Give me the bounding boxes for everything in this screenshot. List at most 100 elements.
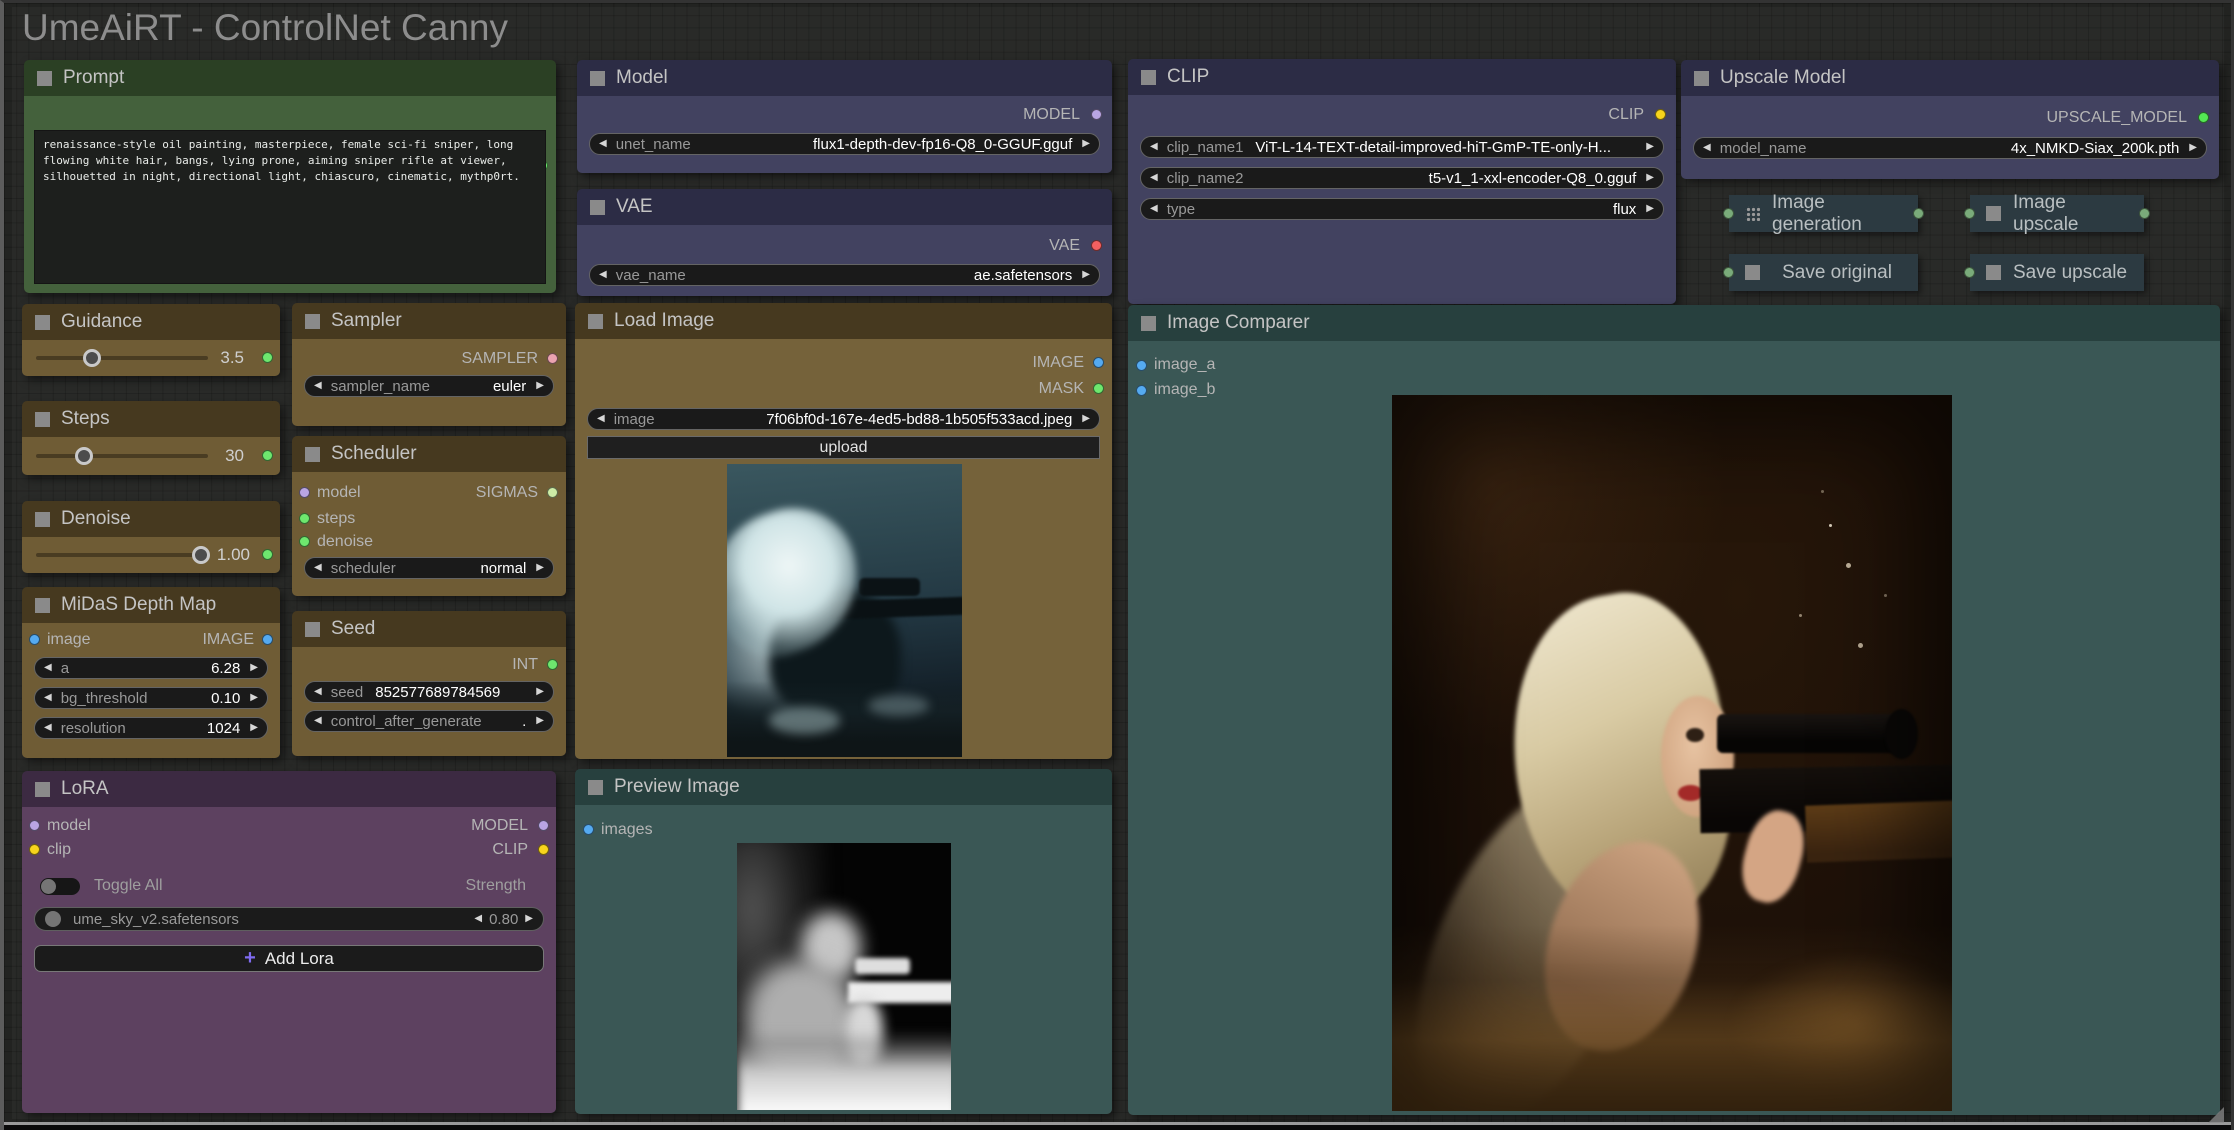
node-model[interactable]: Model MODEL ◀ unet_name flux1-depth-dev-… (577, 60, 1112, 173)
decrement-arrow-icon[interactable]: ◀ (1150, 204, 1158, 214)
increment-arrow-icon[interactable]: ▶ (2189, 143, 2197, 153)
node-lora[interactable]: LoRA model MODEL clip CLIP Toggle All St… (22, 771, 556, 1113)
decrement-arrow-icon[interactable]: ◀ (599, 270, 607, 280)
node-prompt[interactable]: Prompt STRING renaissance-style oil pain… (24, 60, 556, 293)
node-header[interactable]: Seed (292, 611, 566, 647)
node-header[interactable]: Prompt (24, 60, 556, 96)
increment-arrow-icon[interactable]: ▶ (536, 563, 544, 573)
output-port-clip[interactable] (538, 844, 549, 855)
output-port-model[interactable] (1091, 109, 1102, 120)
node-header[interactable]: Preview Image (575, 769, 1112, 805)
collapse-toggle-icon[interactable] (35, 412, 50, 427)
node-vae[interactable]: VAE VAE ◀ vae_name ae.safetensors ▶ (577, 189, 1112, 296)
output-port-upscale-model[interactable] (2198, 112, 2209, 123)
collapse-toggle-icon[interactable] (35, 315, 50, 330)
node-header[interactable]: Guidance (22, 304, 280, 340)
collapsed-node-image-generation[interactable]: Image generation (1729, 195, 1918, 232)
increment-arrow-icon[interactable]: ▶ (1646, 142, 1654, 152)
denoise-slider-track[interactable] (36, 553, 208, 557)
increment-arrow-icon[interactable]: ▶ (250, 723, 258, 733)
collapse-toggle-icon[interactable] (305, 622, 320, 637)
decrement-arrow-icon[interactable]: ◀ (314, 563, 322, 573)
input-port[interactable] (1723, 267, 1734, 278)
collapse-toggle-icon[interactable] (1986, 206, 2001, 221)
input-port[interactable] (1964, 208, 1975, 219)
scheduler-combo[interactable]: ◀ scheduler normal ▶ (304, 557, 554, 579)
input-port-denoise[interactable] (299, 536, 310, 547)
increment-arrow-icon[interactable]: ▶ (250, 693, 258, 703)
increment-arrow-icon[interactable]: ▶ (1082, 414, 1090, 424)
node-header[interactable]: Load Image (575, 303, 1112, 339)
node-preview-image[interactable]: Preview Image images (575, 769, 1112, 1114)
node-header[interactable]: MiDaS Depth Map (22, 587, 280, 623)
node-header[interactable]: Sampler (292, 303, 566, 339)
decrement-arrow-icon[interactable]: ◀ (474, 914, 482, 924)
input-port-model[interactable] (299, 487, 310, 498)
node-upscale-model[interactable]: Upscale Model UPSCALE_MODEL ◀ model_name… (1681, 60, 2219, 179)
node-clip[interactable]: CLIP CLIP ◀ clip_name1 ViT-L-14-TEXT-det… (1128, 59, 1676, 304)
increment-arrow-icon[interactable]: ▶ (250, 663, 258, 673)
guidance-slider-knob[interactable] (83, 349, 101, 367)
input-port-images[interactable] (583, 824, 594, 835)
steps-slider-knob[interactable] (75, 447, 93, 465)
node-header[interactable]: VAE (577, 189, 1112, 225)
node-header[interactable]: Scheduler (292, 436, 566, 472)
node-image-comparer[interactable]: Image Comparer image_a image_b (1128, 305, 2220, 1115)
output-port-mask[interactable] (1093, 383, 1104, 394)
input-port-image-a[interactable] (1136, 360, 1147, 371)
output-port[interactable] (2139, 208, 2150, 219)
clip-type-combo[interactable]: ◀ type flux ▶ (1140, 198, 1664, 220)
node-steps[interactable]: Steps 30 (22, 401, 280, 475)
collapsed-node-save-upscale[interactable]: Save upscale (1970, 254, 2144, 291)
output-port[interactable] (1913, 208, 1924, 219)
decrement-arrow-icon[interactable]: ◀ (314, 687, 322, 697)
dots-grid-icon[interactable] (1745, 206, 1760, 221)
node-guidance[interactable]: Guidance 3.5 (22, 304, 280, 376)
node-header[interactable]: Denoise (22, 501, 280, 537)
input-port-steps[interactable] (299, 513, 310, 524)
output-port-vae[interactable] (1091, 240, 1102, 251)
increment-arrow-icon[interactable]: ▶ (1646, 173, 1654, 183)
comparer-image[interactable] (1392, 395, 1952, 1111)
seed-number[interactable]: ◀ seed 852577689784569 ▶ (304, 681, 554, 703)
collapse-toggle-icon[interactable] (1986, 265, 2001, 280)
control-after-generate-combo[interactable]: ◀ control_after_generate . ▶ (304, 710, 554, 732)
input-port-image[interactable] (29, 634, 40, 645)
add-lora-button[interactable]: + Add Lora (34, 945, 544, 972)
increment-arrow-icon[interactable]: ▶ (1082, 270, 1090, 280)
clip-name2-combo[interactable]: ◀ clip_name2 t5-v1_1-xxl-encoder-Q8_0.gg… (1140, 167, 1664, 189)
image-file-combo[interactable]: ◀ image 7f06bf0d-167e-4ed5-bd88-1b505f53… (587, 408, 1100, 430)
decrement-arrow-icon[interactable]: ◀ (44, 723, 52, 733)
lora-enable-switch[interactable] (45, 911, 61, 927)
toggle-all-switch[interactable] (40, 878, 80, 895)
steps-slider-track[interactable] (36, 454, 208, 458)
node-sampler[interactable]: Sampler SAMPLER ◀ sampler_name euler ▶ (292, 303, 566, 426)
upload-button[interactable]: upload (587, 436, 1100, 459)
output-port[interactable] (262, 352, 273, 363)
sampler-name-combo[interactable]: ◀ sampler_name euler ▶ (304, 375, 554, 397)
collapsed-node-save-original[interactable]: Save original (1729, 254, 1918, 291)
decrement-arrow-icon[interactable]: ◀ (314, 716, 322, 726)
input-port[interactable] (1723, 208, 1734, 219)
collapse-toggle-icon[interactable] (588, 314, 603, 329)
unet-name-combo[interactable]: ◀ unet_name flux1-depth-dev-fp16-Q8_0-GG… (589, 133, 1100, 155)
vae-name-combo[interactable]: ◀ vae_name ae.safetensors ▶ (589, 264, 1100, 286)
collapse-toggle-icon[interactable] (305, 314, 320, 329)
collapse-toggle-icon[interactable] (1141, 316, 1156, 331)
node-midas-depth-map[interactable]: MiDaS Depth Map image IMAGE ◀ a 6.28 ▶ ◀… (22, 587, 280, 758)
node-header[interactable]: Image Comparer (1128, 305, 2220, 341)
midas-resolution-number[interactable]: ◀ resolution 1024 ▶ (34, 717, 268, 739)
midas-a-number[interactable]: ◀ a 6.28 ▶ (34, 657, 268, 679)
midas-bg-threshold-number[interactable]: ◀ bg_threshold 0.10 ▶ (34, 687, 268, 709)
node-header[interactable]: LoRA (22, 771, 556, 807)
denoise-slider-knob[interactable] (192, 546, 210, 564)
output-port[interactable] (262, 549, 273, 560)
output-port-model[interactable] (538, 820, 549, 831)
input-port[interactable] (1964, 267, 1975, 278)
decrement-arrow-icon[interactable]: ◀ (44, 693, 52, 703)
node-header[interactable]: CLIP (1128, 59, 1676, 95)
collapse-toggle-icon[interactable] (35, 512, 50, 527)
guidance-slider-track[interactable] (36, 356, 208, 360)
increment-arrow-icon[interactable]: ▶ (525, 914, 533, 924)
output-port-image[interactable] (262, 634, 273, 645)
